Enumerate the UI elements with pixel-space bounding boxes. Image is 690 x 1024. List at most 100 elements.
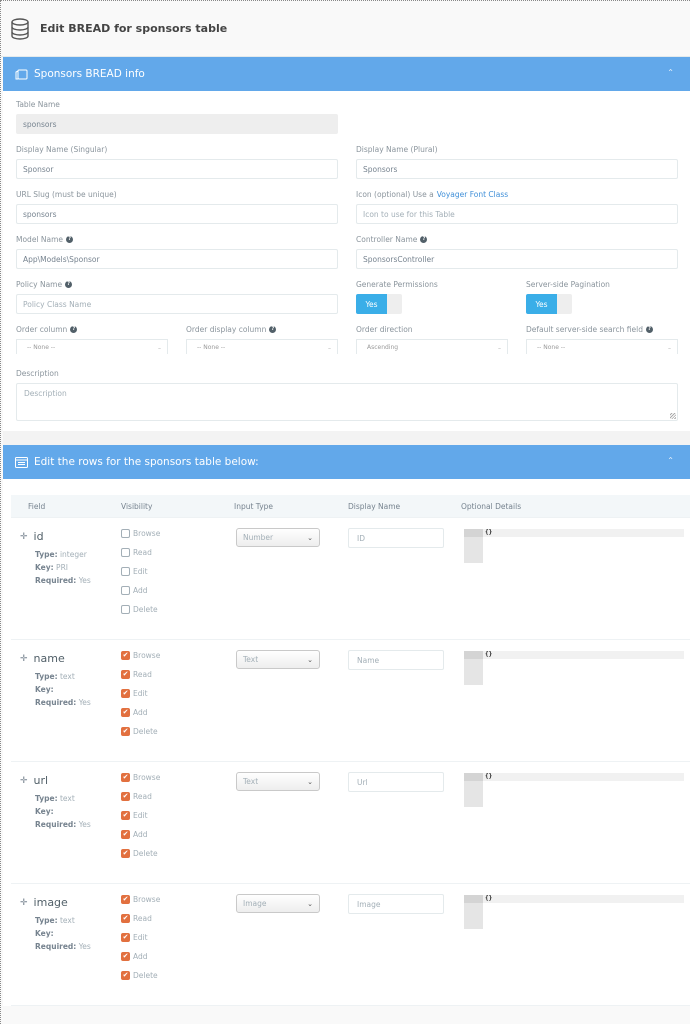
checkbox-unchecked-icon[interactable] [121, 567, 130, 576]
display-name-input[interactable]: ID [348, 528, 444, 548]
details-json-editor[interactable]: {} [461, 895, 690, 929]
url-slug-input[interactable]: sponsors [16, 204, 338, 224]
display-singular-label: Display Name (Singular) [16, 144, 108, 154]
visibility-checkbox-browse[interactable]: Browse [121, 524, 234, 543]
column-header: Field [28, 501, 46, 511]
checkbox-checked-icon[interactable]: ✔ [121, 792, 130, 801]
icon-label: Icon (optional) Use a Voyager Font Class [356, 189, 678, 199]
visibility-checkbox-delete[interactable]: ✔ Delete [121, 844, 234, 863]
visibility-checkbox-delete[interactable]: ✔ Delete [121, 966, 234, 985]
order-column-select[interactable]: -- None -- – [16, 339, 168, 354]
checkbox-checked-icon[interactable]: ✔ [121, 727, 130, 736]
display-singular-input[interactable]: Sponsor [16, 159, 338, 179]
checkbox-unchecked-icon[interactable] [121, 548, 130, 557]
visibility-checkbox-read[interactable]: ✔ Read [121, 787, 234, 806]
details-json-editor[interactable]: {} [461, 651, 690, 685]
checkbox-checked-icon[interactable]: ✔ [121, 689, 130, 698]
description-textarea[interactable]: Description [16, 383, 678, 421]
field-type: text [59, 916, 75, 925]
visibility-checkbox-browse[interactable]: ✔ Browse [121, 768, 234, 787]
visibility-checkbox-read[interactable]: ✔ Read [121, 909, 234, 928]
move-handle-icon[interactable]: ✛ [20, 532, 28, 542]
help-icon[interactable]: ? [66, 235, 74, 243]
checkbox-label: Add [133, 830, 148, 839]
book-icon [15, 69, 28, 79]
visibility-checkbox-edit[interactable]: Edit [121, 562, 234, 581]
field-name: url [33, 774, 49, 787]
checkbox-unchecked-icon[interactable] [121, 529, 130, 538]
checkbox-checked-icon[interactable]: ✔ [121, 952, 130, 961]
display-name-input[interactable]: Url [348, 772, 444, 792]
visibility-checkbox-add[interactable]: ✔ Add [121, 825, 234, 844]
checkbox-checked-icon[interactable]: ✔ [121, 773, 130, 782]
visibility-checkbox-read[interactable]: Read [121, 543, 234, 562]
visibility-checkbox-browse[interactable]: ✔ Browse [121, 890, 234, 909]
model-name-label-text: Model Name [16, 234, 64, 244]
display-plural-label: Display Name (Plural) [356, 144, 438, 154]
checkbox-checked-icon[interactable]: ✔ [121, 914, 130, 923]
visibility-checkbox-edit[interactable]: ✔ Edit [121, 684, 234, 703]
display-plural-input[interactable]: Sponsors [356, 159, 678, 179]
generate-permissions-toggle[interactable]: Yes [356, 294, 402, 314]
move-handle-icon[interactable]: ✛ [20, 776, 28, 786]
checkbox-unchecked-icon[interactable] [121, 605, 130, 614]
visibility-checkbox-add[interactable]: Add [121, 581, 234, 600]
details-json-editor[interactable]: {} [461, 773, 690, 807]
bread-info-panel-header[interactable]: Sponsors BREAD info ⌃ [3, 57, 690, 91]
input-type-select[interactable]: Number ⌄ [236, 528, 320, 547]
details-json-editor[interactable]: {} [461, 529, 690, 563]
select-value: -- None -- [27, 344, 56, 351]
checkbox-checked-icon[interactable]: ✔ [121, 830, 130, 839]
help-icon[interactable]: ? [65, 280, 73, 288]
visibility-checkbox-delete[interactable]: Delete [121, 600, 234, 619]
default-search-select[interactable]: -- None -- – [526, 339, 678, 354]
checkbox-checked-icon[interactable]: ✔ [121, 708, 130, 717]
visibility-checkbox-delete[interactable]: ✔ Delete [121, 722, 234, 741]
order-display-column-select[interactable]: -- None -- – [186, 339, 338, 354]
chevron-up-icon[interactable]: ⌃ [667, 68, 674, 77]
visibility-checkbox-edit[interactable]: ✔ Edit [121, 928, 234, 947]
visibility-checkbox-add[interactable]: ✔ Add [121, 947, 234, 966]
rows-panel-header[interactable]: Edit the rows for the sponsors table bel… [3, 445, 690, 479]
visibility-checkbox-read[interactable]: ✔ Read [121, 665, 234, 684]
model-name-input[interactable]: App\Models\Sponsor [16, 249, 338, 269]
checkbox-checked-icon[interactable]: ✔ [121, 811, 130, 820]
order-direction-select[interactable]: Ascending – [356, 339, 508, 354]
checkbox-checked-icon[interactable]: ✔ [121, 933, 130, 942]
window-list-icon [15, 456, 28, 468]
generate-permissions-label: Generate Permissions [356, 279, 438, 289]
display-name-input[interactable]: Name [348, 650, 444, 670]
checkbox-unchecked-icon[interactable] [121, 586, 130, 595]
visibility-checkbox-add[interactable]: ✔ Add [121, 703, 234, 722]
checkbox-checked-icon[interactable]: ✔ [121, 971, 130, 980]
resize-handle[interactable] [670, 413, 676, 419]
chevron-down-icon: ⌄ [307, 777, 313, 786]
input-type-select[interactable]: Text ⌄ [236, 650, 320, 669]
checkbox-checked-icon[interactable]: ✔ [121, 849, 130, 858]
field-rows: ✛ id Type: integer Key: PRI Required: Yes… [11, 518, 690, 1006]
checkbox-label: Browse [133, 773, 161, 782]
voyager-font-class-link[interactable]: Voyager Font Class [437, 190, 508, 199]
controller-name-input[interactable]: SponsorsController [356, 249, 678, 269]
checkbox-checked-icon[interactable]: ✔ [121, 651, 130, 660]
visibility-checkbox-browse[interactable]: ✔ Browse [121, 646, 234, 665]
order-column-label-text: Order column [16, 324, 68, 334]
help-icon[interactable]: ? [420, 235, 428, 243]
policy-name-input[interactable]: Policy Class Name [16, 294, 338, 314]
chevron-up-icon[interactable]: ⌃ [667, 456, 674, 465]
checkbox-checked-icon[interactable]: ✔ [121, 895, 130, 904]
visibility-checkbox-edit[interactable]: ✔ Edit [121, 806, 234, 825]
help-icon[interactable]: ? [646, 325, 653, 333]
field-required: Yes [78, 698, 91, 707]
type-label: Type: [35, 550, 58, 559]
checkbox-checked-icon[interactable]: ✔ [121, 670, 130, 679]
help-icon[interactable]: ? [269, 325, 277, 333]
icon-input[interactable]: Icon to use for this Table [356, 204, 678, 224]
input-type-select[interactable]: Image ⌄ [236, 894, 320, 913]
move-handle-icon[interactable]: ✛ [20, 898, 28, 908]
input-type-select[interactable]: Text ⌄ [236, 772, 320, 791]
server-pagination-toggle[interactable]: Yes [526, 294, 572, 314]
move-handle-icon[interactable]: ✛ [20, 654, 28, 664]
help-icon[interactable]: ? [70, 325, 78, 333]
display-name-input[interactable]: Image [348, 894, 444, 914]
